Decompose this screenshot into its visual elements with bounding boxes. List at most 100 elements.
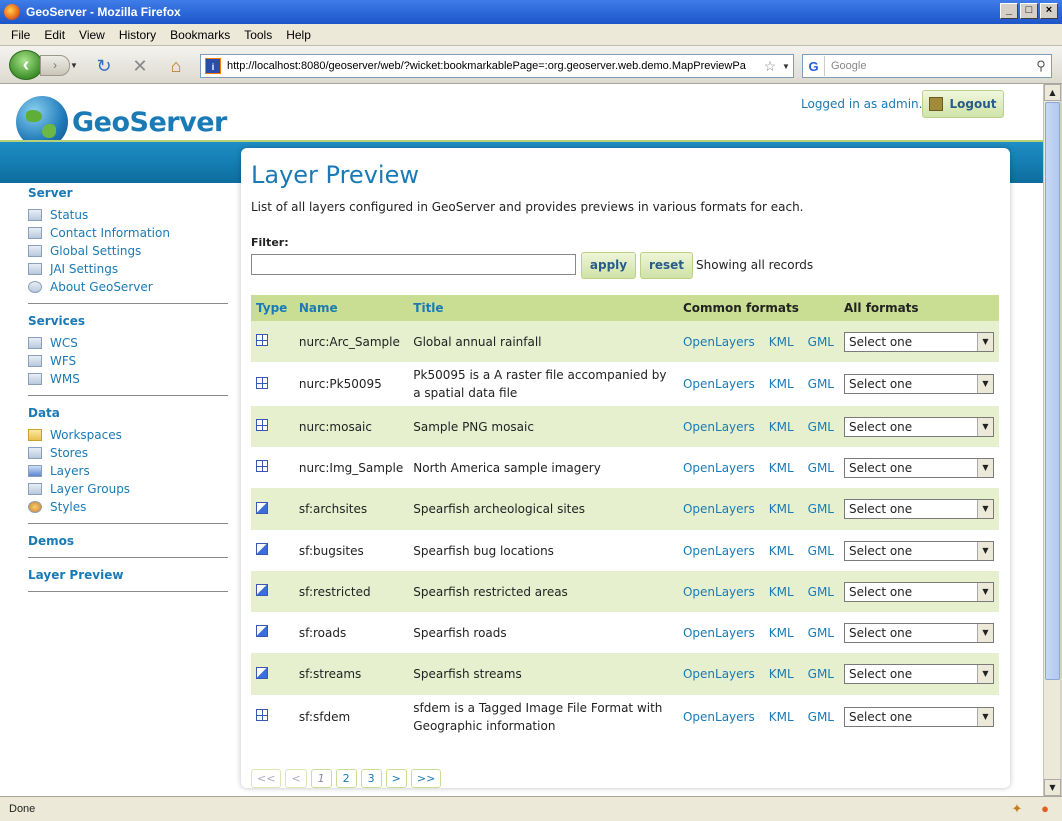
gml-link[interactable]: GML	[808, 420, 834, 434]
chevron-down-icon[interactable]: ▼	[977, 332, 993, 351]
sidebar-item-wms[interactable]: WMS	[28, 370, 228, 388]
openlayers-link[interactable]: OpenLayers	[683, 667, 755, 681]
url-text[interactable]: http://localhost:8080/geoserver/web/?wic…	[227, 60, 761, 72]
sidebar-item-styles[interactable]: Styles	[28, 498, 228, 516]
sidebar-item-about[interactable]: About GeoServer	[28, 278, 228, 296]
kml-link[interactable]: KML	[769, 667, 794, 681]
openlayers-link[interactable]: OpenLayers	[683, 420, 755, 434]
chevron-down-icon[interactable]: ▼	[977, 375, 993, 393]
format-select[interactable]: Select one ▼	[844, 540, 994, 561]
page-link[interactable]: 3	[360, 769, 382, 788]
chevron-down-icon[interactable]: ▼	[977, 623, 993, 642]
home-icon[interactable]: ⌂	[165, 56, 187, 76]
openlayers-link[interactable]: OpenLayers	[683, 502, 755, 516]
gml-link[interactable]: GML	[808, 626, 834, 640]
gml-link[interactable]: GML	[808, 461, 834, 475]
bookmark-star-icon[interactable]: ☆	[761, 58, 779, 75]
openlayers-link[interactable]: OpenLayers	[683, 461, 755, 475]
menu-history[interactable]: History	[119, 28, 156, 42]
chevron-down-icon[interactable]: ▼	[977, 417, 993, 436]
filter-input[interactable]	[251, 254, 576, 275]
scroll-thumb[interactable]	[1045, 102, 1060, 680]
chevron-down-icon[interactable]: ▼	[977, 500, 993, 518]
openlayers-link[interactable]: OpenLayers	[683, 544, 755, 558]
gml-link[interactable]: GML	[808, 335, 834, 349]
logout-button[interactable]: Logout	[922, 90, 1004, 118]
vertical-scrollbar[interactable]: ▲ ▼	[1043, 84, 1061, 796]
kml-link[interactable]: KML	[769, 335, 794, 349]
addon-icon[interactable]: ✦	[1008, 800, 1026, 818]
format-select[interactable]: Select one ▼	[844, 457, 994, 478]
menu-bookmarks[interactable]: Bookmarks	[170, 28, 230, 42]
chevron-down-icon[interactable]: ▼	[977, 458, 993, 477]
sidebar-item-status[interactable]: Status	[28, 206, 228, 224]
gml-link[interactable]: GML	[808, 710, 834, 724]
gml-link[interactable]: GML	[808, 585, 834, 599]
search-placeholder[interactable]: Google	[825, 60, 1031, 72]
page-link[interactable]: >>	[410, 769, 442, 788]
kml-link[interactable]: KML	[769, 626, 794, 640]
scroll-up-icon[interactable]: ▲	[1044, 84, 1061, 101]
kml-link[interactable]: KML	[769, 585, 794, 599]
chevron-down-icon[interactable]: ▼	[977, 665, 993, 683]
kml-link[interactable]: KML	[769, 710, 794, 724]
chevron-down-icon[interactable]: ▼	[977, 707, 993, 726]
minimize-button[interactable]: _	[1000, 3, 1018, 19]
kml-link[interactable]: KML	[769, 461, 794, 475]
gml-link[interactable]: GML	[808, 667, 834, 681]
maximize-button[interactable]: □	[1020, 3, 1038, 19]
sidebar-item-wfs[interactable]: WFS	[28, 352, 228, 370]
scroll-down-icon[interactable]: ▼	[1044, 779, 1061, 796]
format-select[interactable]: Select one ▼	[844, 581, 994, 602]
apply-button[interactable]: apply	[581, 252, 636, 279]
column-header-name[interactable]: Name	[293, 295, 409, 321]
openlayers-link[interactable]: OpenLayers	[683, 710, 755, 724]
chevron-down-icon[interactable]: ▼	[977, 541, 993, 560]
format-select[interactable]: Select one ▼	[844, 499, 994, 519]
column-header-title[interactable]: Title	[408, 295, 678, 321]
kml-link[interactable]: KML	[769, 420, 794, 434]
url-bar[interactable]: i http://localhost:8080/geoserver/web/?w…	[200, 54, 794, 78]
sidebar-item-global-settings[interactable]: Global Settings	[28, 242, 228, 260]
format-select[interactable]: Select one ▼	[844, 416, 994, 437]
menu-tools[interactable]: Tools	[244, 28, 272, 42]
gml-link[interactable]: GML	[808, 544, 834, 558]
sidebar-item-demos[interactable]: Demos	[28, 532, 228, 550]
stop-icon[interactable]: ✕	[129, 56, 151, 76]
sidebar-item-layer-preview[interactable]: Layer Preview	[28, 566, 228, 584]
menu-file[interactable]: File	[11, 28, 30, 42]
search-icon[interactable]: ⚲	[1031, 58, 1051, 74]
column-header-type[interactable]: Type	[251, 295, 294, 321]
sidebar-item-contact[interactable]: Contact Information	[28, 224, 228, 242]
reset-button[interactable]: reset	[640, 252, 693, 279]
close-button[interactable]: ×	[1040, 3, 1058, 19]
menu-view[interactable]: View	[79, 28, 105, 42]
sidebar-item-wcs[interactable]: WCS	[28, 334, 228, 352]
format-select[interactable]: Select one ▼	[844, 331, 994, 352]
format-select[interactable]: Select one ▼	[844, 622, 994, 643]
firebug-icon[interactable]: ●	[1036, 800, 1054, 818]
format-select[interactable]: Select one ▼	[844, 664, 994, 684]
kml-link[interactable]: KML	[769, 502, 794, 516]
openlayers-link[interactable]: OpenLayers	[683, 585, 755, 599]
back-button[interactable]: ‹	[9, 50, 43, 80]
kml-link[interactable]: KML	[769, 544, 794, 558]
google-engine-icon[interactable]: G	[803, 56, 825, 76]
gml-link[interactable]: GML	[808, 377, 834, 391]
openlayers-link[interactable]: OpenLayers	[683, 626, 755, 640]
gml-link[interactable]: GML	[808, 502, 834, 516]
sidebar-item-workspaces[interactable]: Workspaces	[28, 426, 228, 444]
format-select[interactable]: Select one ▼	[844, 374, 994, 394]
menu-help[interactable]: Help	[286, 28, 311, 42]
url-dropdown-icon[interactable]: ▼	[779, 62, 793, 71]
sidebar-item-layers[interactable]: Layers	[28, 462, 228, 480]
reload-icon[interactable]: ↻	[93, 56, 115, 76]
search-box[interactable]: G Google ⚲	[802, 54, 1052, 78]
history-dropdown-icon[interactable]: ▼	[70, 61, 78, 70]
openlayers-link[interactable]: OpenLayers	[683, 377, 755, 391]
sidebar-item-jai-settings[interactable]: JAI Settings	[28, 260, 228, 278]
openlayers-link[interactable]: OpenLayers	[683, 335, 755, 349]
menu-edit[interactable]: Edit	[44, 28, 65, 42]
sidebar-item-layer-groups[interactable]: Layer Groups	[28, 480, 228, 498]
forward-button[interactable]: ›	[40, 55, 70, 76]
